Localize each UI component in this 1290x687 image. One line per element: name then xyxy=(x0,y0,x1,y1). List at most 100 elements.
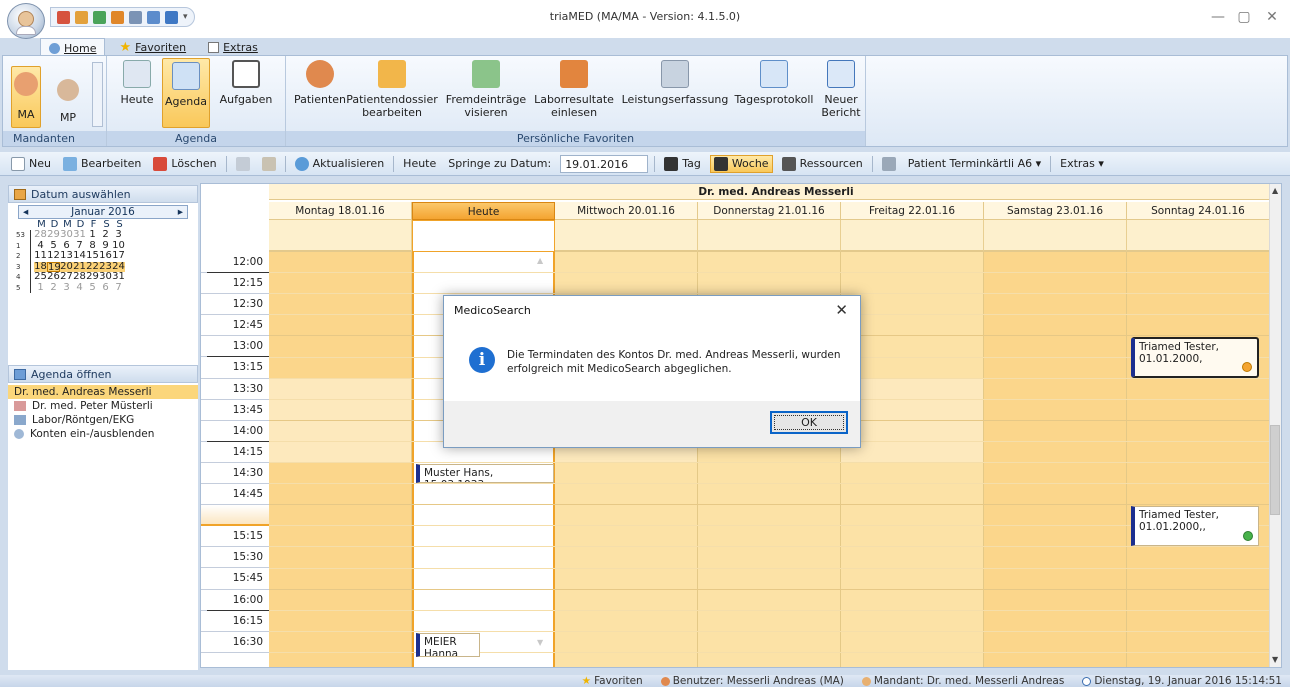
patienten-label: Patienten xyxy=(293,93,347,106)
aktualisieren-button[interactable]: Aktualisieren xyxy=(292,156,388,172)
account-item[interactable]: Konten ein-/ausblenden xyxy=(8,427,198,441)
agenda-oeffnen-header[interactable]: Agenda öffnen xyxy=(8,365,198,383)
minimize-button[interactable]: — xyxy=(1208,9,1228,25)
tagesprotokoll-button[interactable]: Tagesprotokoll xyxy=(733,60,815,106)
tab-extras[interactable]: Extras xyxy=(200,38,266,55)
calendar-day[interactable]: 11 xyxy=(34,250,47,262)
calendar-day[interactable]: 6 xyxy=(99,282,112,294)
vertical-scrollbar[interactable]: ▲ ▼ xyxy=(1269,184,1281,667)
next-month-icon[interactable]: ▸ xyxy=(178,206,183,218)
calendar-day[interactable]: 15 xyxy=(86,250,99,262)
heute-toolbar-button[interactable]: Heute xyxy=(400,156,439,171)
calendar-day[interactable]: 1 xyxy=(34,282,47,294)
patientendossier-button[interactable]: Patientendossier bearbeiten xyxy=(346,60,438,119)
prev-month-icon[interactable]: ◂ xyxy=(23,206,28,218)
jump-date-input[interactable]: 19.01.2016 xyxy=(560,154,649,173)
account-item[interactable]: Dr. med. Peter Müsterli xyxy=(8,399,198,413)
extras-dropdown[interactable]: Extras ▾ xyxy=(1057,156,1107,171)
scroll-down-icon[interactable]: ▼ xyxy=(1272,655,1278,664)
calendar-day[interactable]: 2 xyxy=(47,282,60,294)
calendar-day[interactable]: 29 xyxy=(86,271,99,283)
all-day-cell[interactable] xyxy=(269,220,412,252)
appointment[interactable]: Triamed Tester, 01.01.2000, xyxy=(1131,337,1259,378)
account-item[interactable]: Labor/Röntgen/EKG xyxy=(8,413,198,427)
neu-button[interactable]: Neu xyxy=(8,156,54,172)
calendar-day[interactable]: 5 xyxy=(86,282,99,294)
month-navigator: ◂ Januar 2016 ▸ xyxy=(18,205,188,219)
heute-button[interactable]: Heute xyxy=(119,60,155,106)
neuer-bericht-button[interactable]: Neuer Bericht xyxy=(821,60,861,119)
calendar-day[interactable]: 14 xyxy=(73,250,86,262)
maximize-button[interactable]: ▢ xyxy=(1234,9,1254,25)
agenda-button[interactable]: Agenda xyxy=(162,58,210,128)
scroll-up-icon[interactable]: ▲ xyxy=(1272,186,1278,195)
appointment[interactable]: MEIER Hanna xyxy=(416,632,480,657)
calendar-day[interactable]: 28 xyxy=(34,229,47,241)
calendar-day[interactable]: 28 xyxy=(73,271,86,283)
scroll-down-appointments-icon[interactable]: ▼ xyxy=(537,638,543,647)
mandant-mp-button[interactable]: MP xyxy=(53,72,83,130)
calendar-day[interactable]: 31 xyxy=(112,271,125,283)
all-day-cell[interactable] xyxy=(555,220,698,252)
ok-button[interactable]: OK xyxy=(770,411,848,434)
calendar-day[interactable]: 17 xyxy=(112,250,125,262)
tab-favoriten[interactable]: ★ Favoriten xyxy=(111,38,194,55)
day-header[interactable]: Freitag 22.01.16 xyxy=(841,202,984,220)
day-header[interactable]: Montag 18.01.16 xyxy=(269,202,412,220)
calendar-day[interactable]: 4 xyxy=(73,282,86,294)
calendar-day[interactable]: 3 xyxy=(60,282,73,294)
calendar-day[interactable]: 29 xyxy=(47,229,60,241)
bearbeiten-button[interactable]: Bearbeiten xyxy=(60,156,144,172)
day-header[interactable]: Mittwoch 20.01.16 xyxy=(555,202,698,220)
aufgaben-button[interactable]: Aufgaben xyxy=(219,60,273,106)
scrollbar-thumb[interactable] xyxy=(1270,425,1280,515)
calendar-day[interactable]: 1 xyxy=(86,229,99,241)
calendar-day[interactable]: 31 xyxy=(73,229,86,241)
all-day-cell[interactable] xyxy=(841,220,984,252)
account-item[interactable]: Dr. med. Andreas Messerli xyxy=(8,385,198,399)
dialog-close-button[interactable]: ✕ xyxy=(835,301,848,319)
appointment[interactable]: Triamed Tester, 01.01.2000,, xyxy=(1131,506,1259,547)
print-button[interactable] xyxy=(879,156,899,172)
close-window-button[interactable]: ✕ xyxy=(1262,9,1282,25)
patienten-button[interactable]: Patienten xyxy=(292,60,348,106)
leistungserfassung-button[interactable]: Leistungserfassung xyxy=(622,60,728,106)
laborresultate-button[interactable]: Laborresultate einlesen xyxy=(534,60,614,119)
status-favoriten[interactable]: ★ Favoriten xyxy=(582,675,643,687)
all-day-cell[interactable] xyxy=(412,220,555,252)
patient-terminkaertli-dropdown[interactable]: Patient Terminkärtli A6 ▾ xyxy=(905,156,1044,171)
calendar-day[interactable]: 30 xyxy=(60,229,73,241)
calendar-day[interactable]: 27 xyxy=(60,271,73,283)
fremdeintraege-button[interactable]: Fremdeinträge visieren xyxy=(446,60,526,119)
appointment[interactable]: Muster Hans, 15.03.1933, xyxy=(416,464,554,484)
calendar-day[interactable]: 13 xyxy=(60,250,73,262)
tab-home[interactable]: Home xyxy=(40,38,106,55)
all-day-cell[interactable] xyxy=(698,220,841,252)
woche-view-button[interactable]: Woche xyxy=(709,154,773,173)
all-day-cell[interactable] xyxy=(1127,220,1270,252)
loeschen-button[interactable]: Löschen xyxy=(150,156,219,172)
all-day-cell[interactable] xyxy=(984,220,1127,252)
mandanten-scroll[interactable] xyxy=(92,62,103,127)
day-header[interactable]: Donnerstag 21.01.16 xyxy=(698,202,841,220)
paste-button[interactable] xyxy=(259,156,279,172)
calendar-day[interactable]: 7 xyxy=(112,282,125,294)
copy-button[interactable] xyxy=(233,156,253,172)
ressourcen-view-button[interactable]: Ressourcen xyxy=(779,156,866,172)
mandant-ma-button[interactable]: MA xyxy=(11,66,41,128)
scroll-up-appointments-icon[interactable]: ▲ xyxy=(537,256,543,265)
calendar-day[interactable]: 16 xyxy=(99,250,112,262)
status-benutzer-label: Benutzer: Messerli Andreas (MA) xyxy=(672,675,844,687)
calendar-day[interactable]: 12 xyxy=(47,250,60,262)
month-label[interactable]: Januar 2016 xyxy=(71,206,135,218)
tag-view-button[interactable]: Tag xyxy=(661,156,704,172)
day-header[interactable]: Heute xyxy=(412,202,555,220)
calendar-day[interactable]: 25 xyxy=(34,271,47,283)
calendar-day[interactable]: 2 xyxy=(99,229,112,241)
calendar-day[interactable]: 30 xyxy=(99,271,112,283)
calendar-day[interactable]: 26 xyxy=(47,271,60,283)
day-header[interactable]: Sonntag 24.01.16 xyxy=(1127,202,1270,220)
datum-auswaehlen-header[interactable]: Datum auswählen xyxy=(8,185,198,203)
calendar-day[interactable]: 3 xyxy=(112,229,125,241)
day-header[interactable]: Samstag 23.01.16 xyxy=(984,202,1127,220)
